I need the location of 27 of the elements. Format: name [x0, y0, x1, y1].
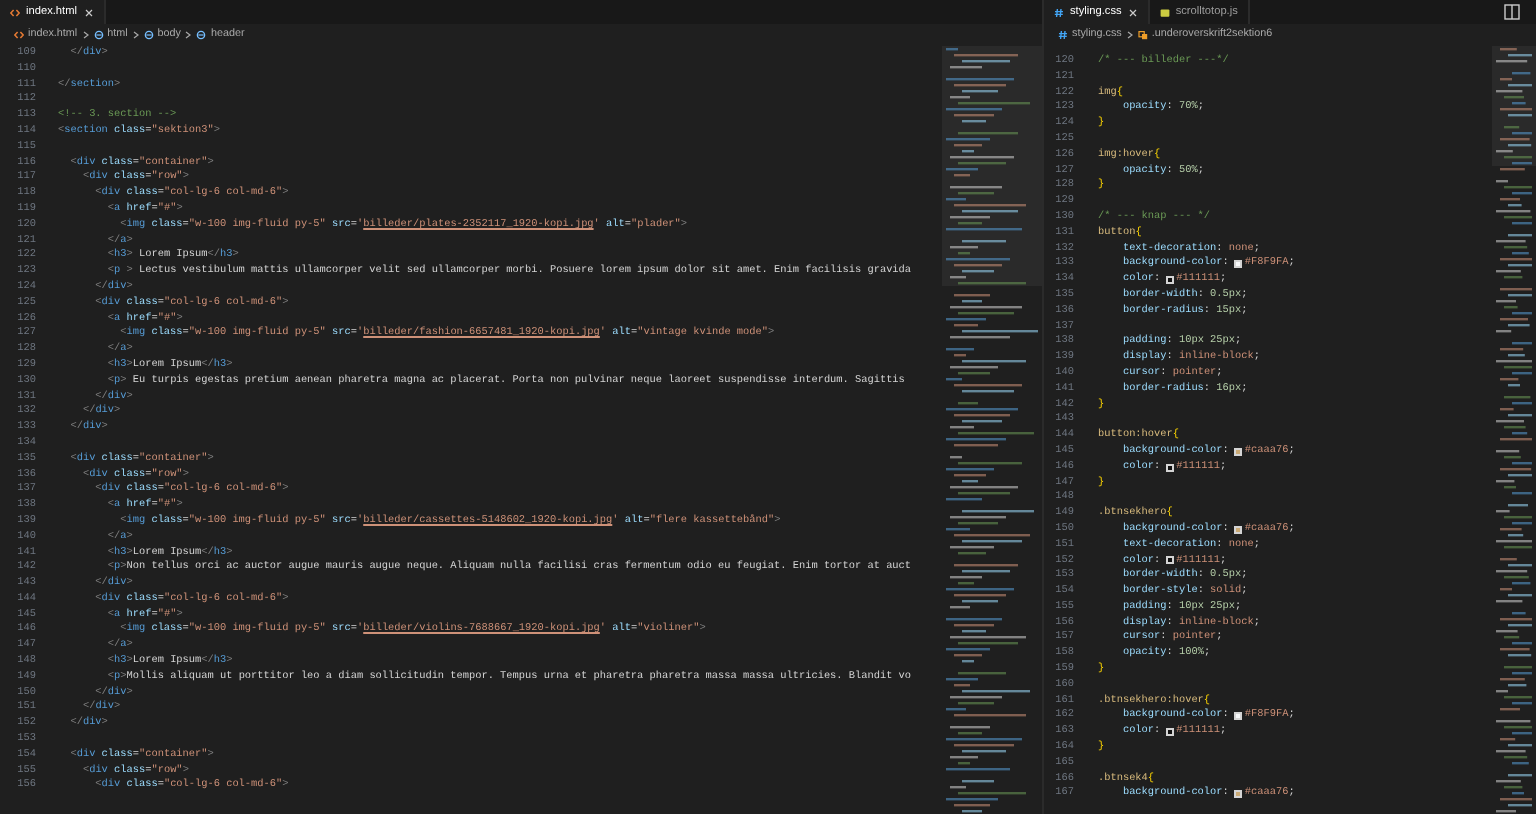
- chevron-icon: [131, 30, 140, 40]
- symbol-icon: [143, 30, 154, 40]
- color-swatch-icon[interactable]: [1166, 556, 1175, 565]
- chevron-icon: [81, 30, 90, 40]
- color-swatch-icon[interactable]: [1166, 276, 1175, 285]
- symbol-icon: [196, 30, 207, 40]
- file-icon: [1159, 7, 1170, 17]
- code-icon: [14, 30, 24, 40]
- split-editor-icon[interactable]: [1504, 4, 1520, 20]
- color-swatch-icon[interactable]: [1166, 463, 1175, 472]
- hash-icon: [1058, 30, 1068, 40]
- chevron-icon: [1125, 30, 1134, 40]
- minimap-drawing[interactable]: [942, 46, 1042, 814]
- code-icon: [10, 7, 20, 17]
- color-swatch-icon[interactable]: [1234, 447, 1243, 456]
- close-icon[interactable]: [1127, 7, 1138, 17]
- color-swatch-icon[interactable]: [1166, 728, 1175, 737]
- color-swatch-icon[interactable]: [1234, 712, 1243, 721]
- symbol-icon: [1137, 30, 1148, 40]
- color-swatch-icon[interactable]: [1234, 260, 1243, 269]
- hash-icon: [1054, 7, 1064, 17]
- chevron-icon: [184, 30, 193, 40]
- symbol-icon: [93, 30, 104, 40]
- color-swatch-icon[interactable]: [1234, 790, 1243, 799]
- color-swatch-icon[interactable]: [1234, 525, 1243, 534]
- close-icon[interactable]: [83, 7, 93, 17]
- minimap-drawing[interactable]: [1492, 46, 1536, 814]
